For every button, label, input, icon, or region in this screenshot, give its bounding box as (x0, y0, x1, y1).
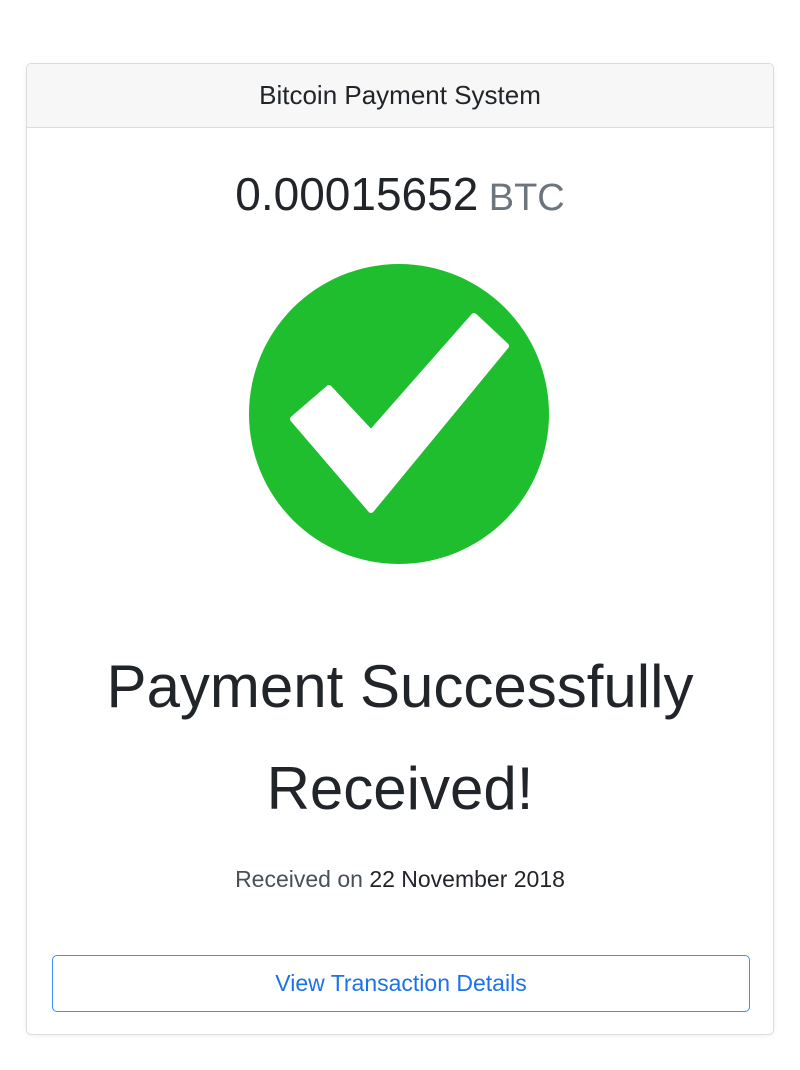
received-label: Received on (235, 866, 363, 892)
success-message: Payment Successfully Received! (27, 636, 773, 840)
amount-value: 0.00015652 (235, 168, 479, 220)
header-title: Bitcoin Payment System (259, 80, 541, 110)
received-info: Received on 22 November 2018 (27, 866, 773, 893)
payment-amount: 0.00015652 BTC (27, 167, 773, 221)
card-header: Bitcoin Payment System (27, 64, 773, 128)
check-circle-icon (249, 264, 549, 564)
received-date: 22 November 2018 (369, 866, 565, 892)
payment-card: Bitcoin Payment System 0.00015652 BTC Pa… (26, 63, 774, 1035)
success-message-line2: Received! (266, 755, 534, 822)
success-message-line1: Payment Successfully (106, 653, 694, 720)
amount-unit: BTC (488, 177, 565, 219)
view-transaction-details-button[interactable]: View Transaction Details (52, 955, 750, 1012)
